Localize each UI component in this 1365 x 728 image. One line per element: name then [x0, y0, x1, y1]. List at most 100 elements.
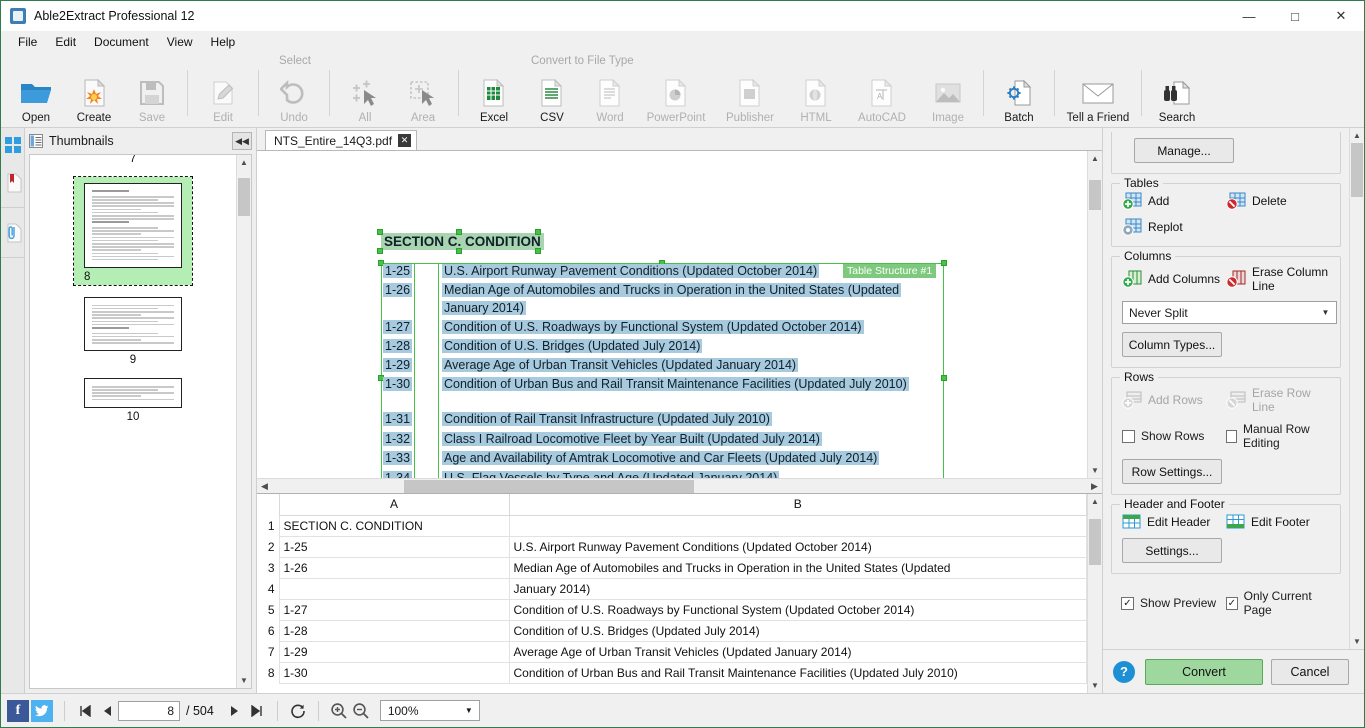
- collapse-panel-button[interactable]: ◀◀: [232, 132, 252, 150]
- cell-b[interactable]: Condition of Urban Bus and Rail Transit …: [508, 661, 1087, 684]
- pdf-row-number[interactable]: 1-27: [383, 320, 413, 334]
- close-button[interactable]: ✕: [1318, 1, 1364, 31]
- row-header[interactable]: 4: [257, 578, 279, 599]
- scrollbar-thumb[interactable]: [1089, 519, 1101, 565]
- scroll-down-icon[interactable]: ▼: [1088, 463, 1102, 478]
- menu-edit[interactable]: Edit: [46, 32, 85, 52]
- page-number-input[interactable]: 8: [118, 700, 180, 721]
- next-page-button[interactable]: [224, 700, 246, 722]
- thumbnail-item[interactable]: 9: [30, 291, 236, 372]
- toolbar-save-button[interactable]: Save: [124, 66, 180, 128]
- selection-handle[interactable]: [535, 248, 541, 254]
- preview-vertical-scrollbar[interactable]: ▲ ▼: [1087, 494, 1102, 693]
- scrollbar-track[interactable]: [1088, 509, 1102, 678]
- toolbar-csv-button[interactable]: CSV: [524, 66, 580, 128]
- cell-b[interactable]: Condition of U.S. Roadways by Functional…: [508, 598, 1087, 621]
- cell-a[interactable]: 1-25: [278, 535, 510, 558]
- row-settings-button[interactable]: Row Settings...: [1122, 459, 1222, 484]
- erase-row-line-button[interactable]: Erase Row Line: [1226, 386, 1330, 414]
- scroll-up-icon[interactable]: ▲: [1350, 128, 1364, 143]
- attachment-icon[interactable]: [1, 208, 25, 258]
- table-row[interactable]: 4 January 2014): [257, 577, 1087, 600]
- pdf-row-number[interactable]: 1-26: [383, 283, 413, 297]
- table-handle[interactable]: [941, 260, 947, 266]
- preview-spreadsheet[interactable]: A B 1 SECTION C. CONDITION 2 1-25 U.S. A…: [257, 494, 1087, 693]
- row-header[interactable]: 7: [257, 641, 279, 662]
- row-header[interactable]: 8: [257, 662, 279, 683]
- thumbnail-item[interactable]: 10: [30, 372, 236, 429]
- document-horizontal-scrollbar[interactable]: ◀ ▶: [257, 478, 1102, 493]
- toolbar-image-button[interactable]: Image: [920, 66, 976, 128]
- row-header[interactable]: 5: [257, 599, 279, 620]
- delete-table-button[interactable]: Delete: [1226, 192, 1330, 210]
- pdf-row-text[interactable]: Class I Railroad Locomotive Fleet by Yea…: [442, 432, 822, 446]
- maximize-button[interactable]: □: [1272, 1, 1318, 31]
- pdf-row-text[interactable]: Average Age of Urban Transit Vehicles (U…: [442, 358, 799, 372]
- scrollbar-thumb[interactable]: [404, 479, 694, 493]
- pdf-row-text[interactable]: U.S. Flag Vessels by Type and Age (Updat…: [442, 471, 780, 478]
- column-split-select[interactable]: Never Split ▼: [1122, 301, 1337, 324]
- pdf-section-title[interactable]: SECTION C. CONDITION: [381, 233, 544, 250]
- grid-icon[interactable]: [1, 132, 25, 158]
- first-page-button[interactable]: [74, 700, 96, 722]
- row-header[interactable]: 6: [257, 620, 279, 641]
- pdf-row-number[interactable]: 1-32: [383, 432, 413, 446]
- scroll-down-icon[interactable]: ▼: [237, 673, 251, 688]
- toolbar-create-button[interactable]: Create: [66, 66, 122, 128]
- table-row[interactable]: 6 1-28 Condition of U.S. Bridges (Update…: [257, 619, 1087, 642]
- toolbar-open-button[interactable]: Open: [8, 66, 64, 128]
- toolbar-powerpoint-button[interactable]: PowerPoint: [640, 66, 712, 128]
- cell-a[interactable]: 1-27: [278, 598, 510, 621]
- cell-b[interactable]: Median Age of Automobiles and Trucks in …: [508, 556, 1087, 579]
- scrollbar-track[interactable]: [237, 170, 251, 673]
- minimize-button[interactable]: —: [1226, 1, 1272, 31]
- menu-document[interactable]: Document: [85, 32, 158, 52]
- pdf-row-number[interactable]: 1-34: [383, 471, 413, 478]
- toolbar-select-all-button[interactable]: All: [337, 66, 393, 128]
- toolbar-edit-button[interactable]: Edit: [195, 66, 251, 128]
- pdf-row-text[interactable]: Condition of U.S. Bridges (Updated July …: [442, 339, 703, 353]
- pdf-row-text[interactable]: Condition of Urban Bus and Rail Transit …: [442, 377, 909, 391]
- selection-handle[interactable]: [456, 229, 462, 235]
- convert-button[interactable]: Convert: [1145, 658, 1263, 685]
- selection-handle[interactable]: [377, 248, 383, 254]
- close-tab-icon[interactable]: ✕: [398, 134, 412, 147]
- last-page-button[interactable]: [246, 700, 268, 722]
- previous-page-button[interactable]: [96, 700, 118, 722]
- show-rows-checkbox[interactable]: Show Rows: [1122, 422, 1226, 450]
- scroll-down-icon[interactable]: ▼: [1088, 678, 1102, 693]
- cell-b[interactable]: Condition of U.S. Bridges (Updated July …: [508, 619, 1087, 642]
- selection-handle[interactable]: [377, 229, 383, 235]
- toolbar-undo-button[interactable]: Undo: [266, 66, 322, 128]
- toolbar-batch-button[interactable]: Batch: [991, 66, 1047, 128]
- scroll-up-icon[interactable]: ▲: [1088, 494, 1102, 509]
- scrollbar-thumb[interactable]: [238, 178, 250, 216]
- cell-a[interactable]: 1-29: [278, 640, 510, 663]
- toolbar-excel-button[interactable]: Excel: [466, 66, 522, 128]
- scrollbar-track[interactable]: [1350, 143, 1364, 634]
- toolbar-autocad-button[interactable]: A AutoCAD: [846, 66, 918, 128]
- row-header[interactable]: 2: [257, 536, 279, 557]
- add-columns-button[interactable]: Add Columns: [1122, 265, 1226, 293]
- cell-b[interactable]: U.S. Airport Runway Pavement Conditions …: [508, 535, 1087, 558]
- table-row[interactable]: 7 1-29 Average Age of Urban Transit Vehi…: [257, 640, 1087, 663]
- toolbar-publisher-button[interactable]: Publisher: [714, 66, 786, 128]
- cancel-button[interactable]: Cancel: [1271, 658, 1349, 685]
- pdf-row-number[interactable]: 1-25: [383, 264, 413, 278]
- toolbar-search-button[interactable]: Search: [1149, 66, 1205, 128]
- table-row[interactable]: 5 1-27 Condition of U.S. Roadways by Fun…: [257, 598, 1087, 621]
- toolbar-html-button[interactable]: HTML: [788, 66, 844, 128]
- pdf-row-text[interactable]: Condition of Rail Transit Infrastructure…: [442, 412, 772, 426]
- rotate-page-button[interactable]: [287, 700, 309, 722]
- menu-file[interactable]: File: [9, 32, 46, 52]
- manual-row-editing-checkbox[interactable]: Manual Row Editing: [1226, 422, 1330, 450]
- cell-a[interactable]: 1-26: [278, 556, 510, 579]
- cell-a[interactable]: SECTION C. CONDITION: [278, 514, 510, 537]
- options-panel-scrollbar[interactable]: ▲ ▼: [1349, 128, 1364, 649]
- help-icon[interactable]: ?: [1113, 660, 1135, 683]
- table-row[interactable]: 1 SECTION C. CONDITION: [257, 514, 1087, 537]
- toolbar-select-area-button[interactable]: Area: [395, 66, 451, 128]
- cell-b[interactable]: Average Age of Urban Transit Vehicles (U…: [508, 640, 1087, 663]
- pdf-page-canvas[interactable]: SECTION C. CONDITION 1-25 U.S. Airport R…: [257, 151, 1087, 478]
- thumbnails-scrollbar[interactable]: ▲ ▼: [236, 155, 251, 688]
